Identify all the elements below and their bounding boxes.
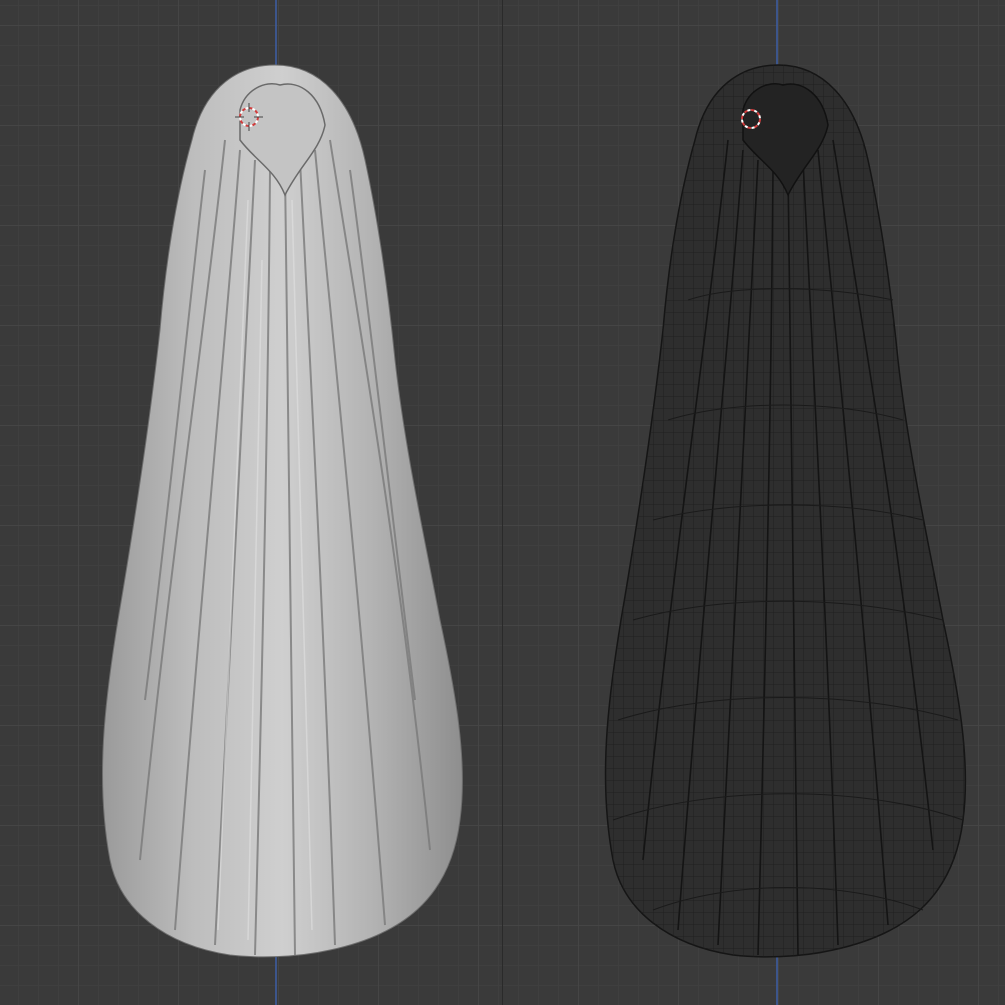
wireframe-edges: [605, 65, 966, 957]
viewport-solid[interactable]: [0, 0, 502, 1005]
hair-mesh-solid[interactable]: [0, 0, 502, 1005]
hair-silhouette: [102, 64, 463, 958]
viewport-wireframe[interactable]: [503, 0, 1005, 1005]
hair-mesh-wireframe[interactable]: [503, 0, 1005, 1005]
